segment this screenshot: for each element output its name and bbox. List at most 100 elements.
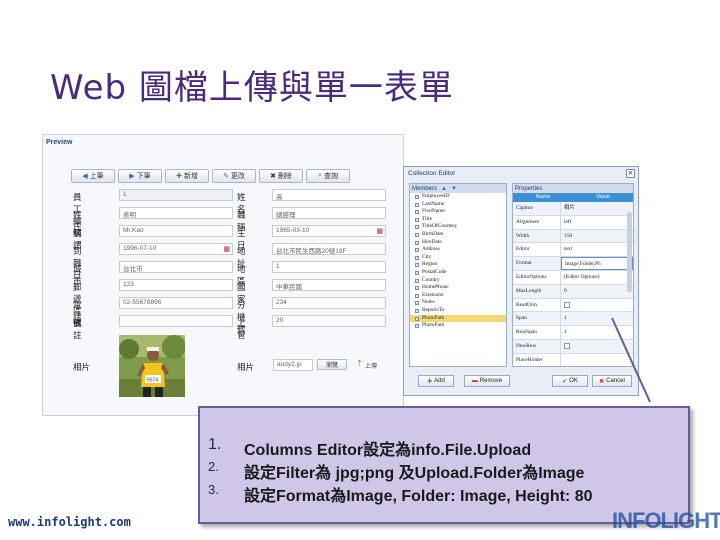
- property-row[interactable]: ReadOnly: [513, 298, 633, 313]
- notes-field[interactable]: [119, 315, 233, 327]
- member-label: EmployeeID: [422, 193, 450, 199]
- next-record-button[interactable]: ▶ 下筆: [118, 169, 162, 183]
- edit-record-button[interactable]: ✎ 更改: [212, 169, 256, 183]
- upload-filename-field[interactable]: andy2.jp: [273, 359, 313, 371]
- member-item[interactable]: EmployeeID: [410, 193, 506, 201]
- property-value[interactable]: [561, 340, 633, 353]
- member-label: City: [422, 253, 432, 260]
- member-item[interactable]: Address: [410, 246, 506, 254]
- move-down-icon[interactable]: ▼: [451, 186, 457, 192]
- properties-header: Properties: [513, 184, 633, 193]
- upload-icon[interactable]: ⇡: [356, 359, 363, 368]
- company-logo: INFOLIGHT: [612, 508, 720, 533]
- property-value[interactable]: left: [561, 216, 633, 229]
- properties-grid: Caption 相片 Alignment left Width 150 Editor text…: [513, 202, 633, 366]
- field-icon: [415, 316, 419, 321]
- properties-header-label: Properties: [515, 185, 543, 192]
- property-value[interactable]: [561, 299, 633, 312]
- member-item[interactable]: LastName: [410, 201, 506, 209]
- member-label: FirstName: [422, 208, 445, 215]
- member-item[interactable]: TitleOfCourtesy: [410, 223, 506, 231]
- field-icon: [415, 217, 419, 222]
- property-value[interactable]: text: [561, 243, 633, 256]
- country-field[interactable]: 中華民國: [272, 279, 386, 291]
- property-name: RowSpan: [513, 326, 561, 339]
- member-item[interactable]: FirstName: [410, 208, 506, 216]
- member-item[interactable]: Region: [410, 261, 506, 269]
- property-row[interactable]: Caption 相片: [513, 202, 633, 216]
- hire-date-field[interactable]: 1996-07-10 ▦: [119, 243, 233, 255]
- property-row[interactable]: Width 150: [513, 229, 633, 244]
- property-row[interactable]: NewRow: [513, 339, 633, 354]
- website-url: www.infolight.com: [8, 515, 131, 529]
- employee-id-field[interactable]: 1: [119, 189, 233, 201]
- property-checkbox[interactable]: [564, 301, 570, 308]
- property-checkbox[interactable]: [564, 342, 570, 349]
- member-item[interactable]: PhotoPath: [410, 322, 506, 330]
- member-item[interactable]: HomePhone: [410, 284, 506, 292]
- member-item[interactable]: PhotoPath: [410, 314, 506, 323]
- ok-button[interactable]: ✔ OK: [552, 375, 588, 387]
- cancel-button[interactable]: ✖ Cancel: [592, 375, 632, 387]
- property-name: Format: [513, 257, 561, 270]
- button-label: OK: [569, 378, 578, 384]
- add-record-button[interactable]: ✚ 新增: [165, 169, 209, 183]
- field-icon: [415, 248, 419, 253]
- address-field[interactable]: 台北市民生西路20號19F: [272, 243, 386, 255]
- move-up-icon[interactable]: ▲: [441, 186, 447, 192]
- member-item[interactable]: Extension: [410, 292, 506, 300]
- property-row[interactable]: PlaceHolder: [513, 353, 633, 366]
- prev-record-button[interactable]: ◀ 上筆: [71, 169, 115, 183]
- phone-field[interactable]: 02-55678896: [119, 297, 233, 309]
- property-value[interactable]: (Editor Options): [561, 271, 633, 284]
- add-icon: ✚: [427, 378, 433, 385]
- postal-code-field[interactable]: 123: [119, 279, 233, 291]
- property-row[interactable]: Editor text: [513, 243, 633, 258]
- property-value[interactable]: [561, 354, 633, 366]
- member-item[interactable]: Notes: [410, 299, 506, 307]
- close-icon[interactable]: ×: [626, 169, 635, 178]
- region-field[interactable]: 1: [272, 261, 386, 273]
- photo-upload-label: 相片: [237, 363, 255, 373]
- button-label: 查詢: [323, 173, 338, 180]
- lastname-field[interactable]: 表明: [119, 207, 233, 219]
- property-row[interactable]: Alignment left: [513, 215, 633, 230]
- extension-field[interactable]: 234: [272, 297, 386, 309]
- property-name: Span: [513, 312, 561, 326]
- firstname-field[interactable]: 高: [272, 189, 386, 201]
- property-row[interactable]: MaxLength 0: [513, 284, 633, 299]
- query-record-button[interactable]: ⌕ 查詢: [306, 169, 350, 183]
- city-field[interactable]: 台北市: [119, 261, 233, 273]
- members-list: EmployeeID LastName FirstName Title TitleOfC…: [410, 193, 506, 330]
- remove-member-button[interactable]: ▬ Remove: [464, 375, 510, 387]
- property-value[interactable]: 0: [561, 285, 633, 298]
- member-item[interactable]: ReportsTo: [410, 307, 506, 315]
- property-value[interactable]: 1: [561, 312, 633, 325]
- property-row[interactable]: Span 1: [513, 312, 633, 327]
- birth-date-field[interactable]: 1965-03-10 ▦: [272, 225, 386, 237]
- job-title-field[interactable]: 總經理: [272, 207, 386, 219]
- property-row[interactable]: Format Image,Folder,Ph: [513, 257, 633, 271]
- delete-record-button[interactable]: ✖ 刪除: [259, 169, 303, 183]
- property-value[interactable]: 1: [561, 326, 633, 339]
- property-value[interactable]: 150: [561, 230, 633, 243]
- property-value[interactable]: 相片: [561, 202, 633, 215]
- property-value[interactable]: Image,Folder,Ph: [561, 257, 633, 270]
- property-row[interactable]: RowSpan 1: [513, 326, 633, 340]
- title-field[interactable]: Mr.Kao: [119, 225, 233, 237]
- member-item[interactable]: PostalCode: [410, 269, 506, 277]
- collection-editor-dialog: Collection Editor × Members ▲ ▼ Employee…: [403, 166, 639, 396]
- member-label: PostalCode: [422, 268, 447, 275]
- reports-to-field[interactable]: 20: [272, 315, 386, 327]
- note-number: 1.: [208, 436, 222, 453]
- member-item[interactable]: BirthDate: [410, 231, 506, 239]
- browse-button[interactable]: 瀏覽: [317, 359, 347, 370]
- add-member-button[interactable]: ✚ Add: [418, 375, 454, 387]
- member-item[interactable]: City: [410, 254, 506, 262]
- calendar-icon[interactable]: ▦: [376, 227, 383, 235]
- property-row[interactable]: EditorOptions (Editor Options): [513, 270, 633, 285]
- properties-scrollbar[interactable]: [627, 212, 632, 292]
- member-item[interactable]: Country: [410, 277, 506, 285]
- calendar-icon[interactable]: ▦: [223, 245, 230, 253]
- member-item[interactable]: HireDate: [410, 239, 506, 247]
